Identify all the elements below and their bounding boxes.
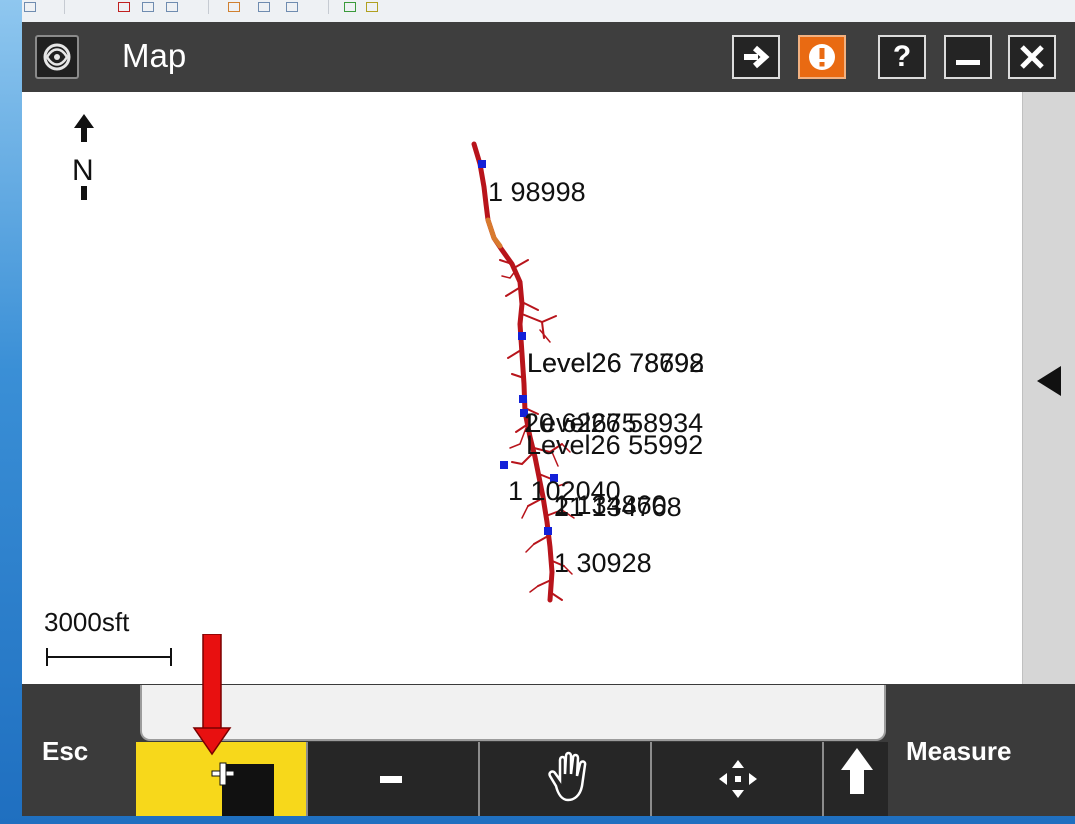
measure-label: Measure	[906, 736, 1012, 766]
zoom-out-tool-button[interactable]	[306, 742, 478, 816]
sign-in-arrow-icon	[744, 45, 770, 69]
host-toolbar-icon[interactable]	[118, 2, 130, 12]
host-toolbar-strip	[22, 0, 1075, 22]
app-logo-icon[interactable]	[35, 35, 79, 79]
host-toolbar-icon[interactable]	[286, 2, 298, 12]
north-arrow-icon: N	[72, 114, 94, 200]
minus-icon	[380, 776, 402, 783]
window-title: Map	[122, 37, 187, 74]
host-toolbar-icon[interactable]	[142, 2, 154, 12]
point-marker[interactable]	[544, 527, 552, 535]
hand-icon	[548, 751, 587, 802]
status-field	[140, 685, 886, 741]
side-panel-toggle[interactable]	[1022, 92, 1075, 684]
bottom-toolbar: Esc Measure	[22, 684, 1075, 816]
login-button[interactable]	[732, 35, 780, 79]
pan-tool-button[interactable]	[478, 742, 650, 816]
map-canvas[interactable]: N 1 98998 Level26 78798 Level26 78692 20…	[22, 92, 1022, 684]
help-button[interactable]: ?	[878, 35, 926, 79]
host-toolbar-separator	[328, 0, 329, 14]
map-window: Map ? N 1 98998 Level26 78798 Level26 78…	[22, 22, 1075, 816]
point-label: 1 98998	[488, 177, 586, 207]
exclamation-alert-icon	[809, 44, 835, 70]
minimize-button[interactable]	[944, 35, 992, 79]
close-icon	[1020, 45, 1044, 69]
point-marker[interactable]	[518, 332, 526, 340]
measure-button[interactable]: Measure	[888, 684, 1075, 816]
host-toolbar-separator	[208, 0, 209, 14]
scale-label: 3000sft	[44, 607, 130, 637]
point-label: 21 134768	[554, 492, 682, 522]
close-button[interactable]	[1008, 35, 1056, 79]
four-arrows-icon	[719, 760, 757, 798]
host-toolbar-icon[interactable]	[258, 2, 270, 12]
title-bar: Map ?	[22, 22, 1075, 92]
host-toolbar-separator	[64, 0, 65, 14]
minimize-icon	[956, 60, 980, 65]
map-drawing[interactable]: N 1 98998 Level26 78798 Level26 78692 20…	[22, 92, 1022, 684]
point-marker[interactable]	[478, 160, 486, 168]
annotation-arrow-icon	[192, 634, 232, 756]
host-toolbar-icon[interactable]	[24, 2, 36, 12]
alert-button[interactable]	[798, 35, 846, 79]
point-label: 1 30928	[554, 548, 652, 578]
zoom-extents-tool-button[interactable]	[650, 742, 822, 816]
point-marker[interactable]	[519, 395, 527, 403]
point-marker[interactable]	[500, 461, 508, 469]
north-label: N	[72, 154, 94, 187]
host-toolbar-icon[interactable]	[228, 2, 240, 12]
esc-label: Esc	[42, 736, 89, 766]
up-arrow-icon	[841, 748, 873, 794]
point-label: Level26 78692	[527, 348, 704, 378]
point-label: Level26 55992	[526, 430, 703, 460]
triangle-left-icon	[1037, 366, 1061, 396]
scroll-up-button[interactable]	[822, 742, 888, 816]
host-toolbar-icon[interactable]	[344, 2, 356, 12]
esc-button[interactable]: Esc	[22, 684, 134, 816]
host-toolbar-icon[interactable]	[366, 2, 378, 12]
scale-bar	[46, 648, 172, 666]
host-toolbar-icon[interactable]	[166, 2, 178, 12]
